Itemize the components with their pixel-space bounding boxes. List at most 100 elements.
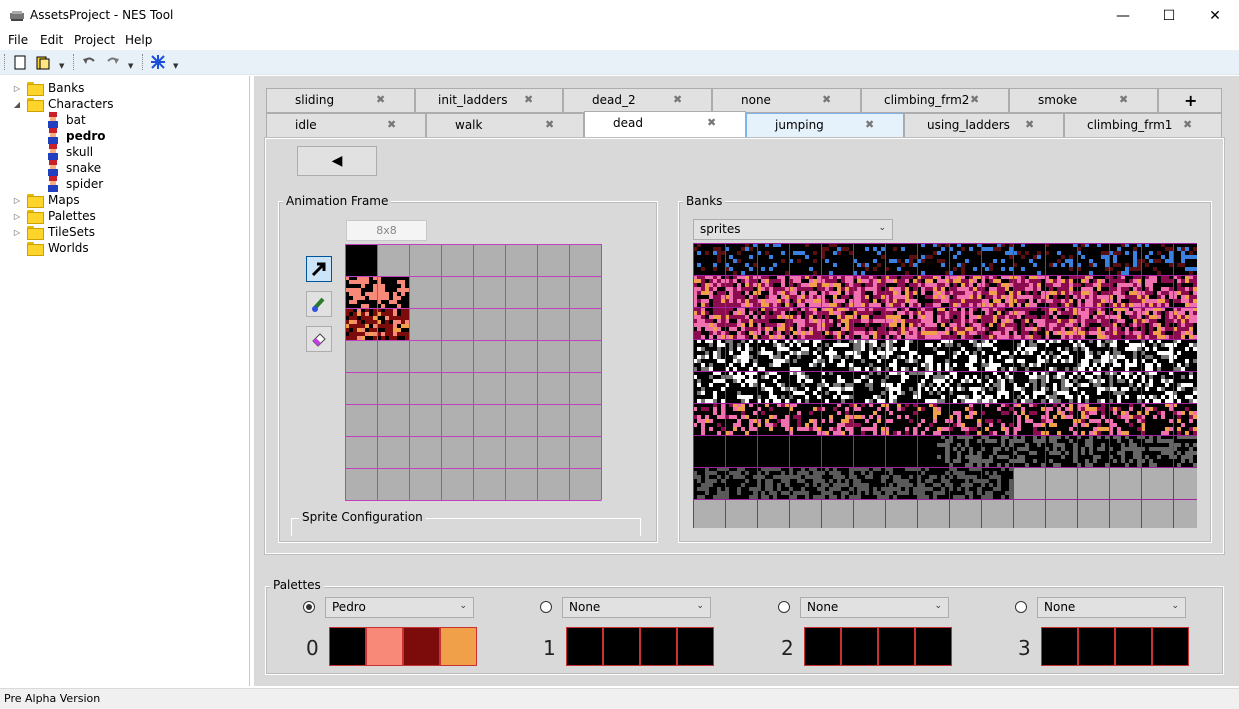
collapse-icon[interactable]: ◢ bbox=[12, 100, 22, 109]
palette-color-swatch[interactable] bbox=[603, 627, 640, 666]
build-icon[interactable] bbox=[149, 53, 167, 71]
palette-radio-2[interactable] bbox=[778, 601, 790, 613]
expand-icon[interactable]: ▷ bbox=[12, 196, 22, 205]
palette-radio-1[interactable] bbox=[540, 601, 552, 613]
tab-none[interactable]: none ✖ bbox=[712, 88, 861, 113]
open-dropdown-icon[interactable]: ▼ bbox=[59, 62, 64, 70]
folder-icon bbox=[27, 242, 44, 256]
maximize-button[interactable]: ☐ bbox=[1146, 0, 1192, 31]
redo-dropdown-icon[interactable]: ▼ bbox=[128, 62, 133, 70]
palette-color-swatch[interactable] bbox=[1041, 627, 1078, 666]
minimize-button[interactable]: — bbox=[1100, 0, 1146, 31]
select-tool-button[interactable] bbox=[306, 256, 332, 282]
tree-item-label: pedro bbox=[66, 129, 106, 143]
close-tab-icon[interactable]: ✖ bbox=[707, 116, 716, 129]
eraser-tool-button[interactable] bbox=[306, 326, 332, 352]
tab-jumping[interactable]: jumping ✖ bbox=[746, 113, 904, 138]
tree-item-characters[interactable]: ◢ Characters bbox=[12, 96, 114, 112]
palette-color-swatch[interactable] bbox=[366, 627, 403, 666]
chevron-down-icon: ⌄ bbox=[696, 601, 704, 611]
frame-size-field[interactable]: 8x8 bbox=[346, 220, 427, 241]
close-tab-icon[interactable]: ✖ bbox=[970, 93, 979, 106]
palette-color-swatch[interactable] bbox=[804, 627, 841, 666]
tab-sliding[interactable]: sliding ✖ bbox=[266, 88, 415, 113]
tab-page: ◀ Animation Frame 8x8 Sprite Configurati… bbox=[264, 137, 1225, 555]
close-tab-icon[interactable]: ✖ bbox=[865, 118, 874, 131]
animation-frame-canvas[interactable] bbox=[345, 244, 602, 501]
palettes-title: Palettes bbox=[270, 578, 324, 592]
palette-select-1[interactable]: None ⌄ bbox=[562, 597, 711, 618]
tree-item-spider[interactable]: spider bbox=[47, 176, 103, 192]
tree-item-maps[interactable]: ▷ Maps bbox=[12, 192, 80, 208]
palette-index: 3 bbox=[1018, 636, 1031, 660]
close-tab-icon[interactable]: ✖ bbox=[822, 93, 831, 106]
palette-select-3[interactable]: None ⌄ bbox=[1037, 597, 1186, 618]
tree-item-tilesets[interactable]: ▷ TileSets bbox=[12, 224, 95, 240]
menu-edit[interactable]: Edit bbox=[40, 33, 63, 47]
tab-using-ladders[interactable]: using_ladders ✖ bbox=[904, 113, 1064, 138]
close-tab-icon[interactable]: ✖ bbox=[387, 118, 396, 131]
menu-project[interactable]: Project bbox=[74, 33, 115, 47]
palette-select-2[interactable]: None ⌄ bbox=[800, 597, 949, 618]
close-tab-icon[interactable]: ✖ bbox=[673, 93, 682, 106]
flip-button[interactable]: ◀ bbox=[297, 146, 377, 176]
tree-item-worlds[interactable]: Worlds bbox=[12, 240, 89, 256]
menu-file[interactable]: File bbox=[8, 33, 28, 47]
palette-color-swatch[interactable] bbox=[841, 627, 878, 666]
undo-icon[interactable] bbox=[80, 53, 98, 71]
close-tab-icon[interactable]: ✖ bbox=[1119, 93, 1128, 106]
palette-color-swatch[interactable] bbox=[878, 627, 915, 666]
tab-climbing-frm2[interactable]: climbing_frm2 ✖ bbox=[861, 88, 1009, 113]
tree-item-banks[interactable]: ▷ Banks bbox=[12, 80, 84, 96]
open-folder-icon[interactable] bbox=[34, 53, 52, 71]
tree-item-pedro[interactable]: pedro bbox=[47, 128, 105, 144]
close-tab-icon[interactable]: ✖ bbox=[545, 118, 554, 131]
expand-icon[interactable]: ▷ bbox=[12, 228, 22, 237]
tab-init-ladders[interactable]: init_ladders ✖ bbox=[415, 88, 563, 113]
close-tab-icon[interactable]: ✖ bbox=[1183, 118, 1192, 131]
close-tab-icon[interactable]: ✖ bbox=[376, 93, 385, 106]
add-tab-button[interactable]: + bbox=[1158, 88, 1222, 113]
palette-select-0[interactable]: Pedro ⌄ bbox=[325, 597, 474, 618]
palette-radio-3[interactable] bbox=[1015, 601, 1027, 613]
redo-icon[interactable] bbox=[104, 53, 122, 71]
character-icon bbox=[47, 128, 59, 144]
expand-icon[interactable]: ▷ bbox=[12, 84, 22, 93]
tab-walk[interactable]: walk ✖ bbox=[426, 113, 584, 138]
bank-select[interactable]: sprites ⌄ bbox=[693, 219, 893, 240]
tree-item-snake[interactable]: snake bbox=[47, 160, 101, 176]
palette-color-swatch[interactable] bbox=[640, 627, 677, 666]
expand-icon[interactable]: ▷ bbox=[12, 212, 22, 221]
menu-help[interactable]: Help bbox=[125, 33, 152, 47]
tab-smoke[interactable]: smoke ✖ bbox=[1009, 88, 1158, 113]
tree-item-skull[interactable]: skull bbox=[47, 144, 93, 160]
palette-color-swatch[interactable] bbox=[440, 627, 477, 666]
palette-radio-0[interactable] bbox=[303, 601, 315, 613]
palette-color-swatch[interactable] bbox=[403, 627, 440, 666]
toolbar-grip bbox=[4, 54, 6, 70]
palette-color-swatch[interactable] bbox=[1115, 627, 1152, 666]
chevron-down-icon: ⌄ bbox=[459, 601, 467, 611]
tab-dead[interactable]: dead ✖ bbox=[584, 111, 746, 139]
palette-color-swatch[interactable] bbox=[1078, 627, 1115, 666]
palette-color-swatch[interactable] bbox=[1152, 627, 1189, 666]
palette-color-swatch[interactable] bbox=[329, 627, 366, 666]
close-tab-icon[interactable]: ✖ bbox=[524, 93, 533, 106]
chevron-down-icon: ⌄ bbox=[934, 601, 942, 611]
new-file-icon[interactable] bbox=[11, 53, 29, 71]
brush-tool-button[interactable] bbox=[306, 291, 332, 317]
build-dropdown-icon[interactable]: ▼ bbox=[173, 62, 178, 70]
palette-color-swatch[interactable] bbox=[566, 627, 603, 666]
tree-item-palettes[interactable]: ▷ Palettes bbox=[12, 208, 96, 224]
palette-color-swatch[interactable] bbox=[915, 627, 952, 666]
palette-color-swatch[interactable] bbox=[677, 627, 714, 666]
tree-item-label: Maps bbox=[48, 193, 80, 207]
close-button[interactable]: ✕ bbox=[1192, 0, 1238, 31]
tree-item-bat[interactable]: bat bbox=[47, 112, 86, 128]
tab-idle[interactable]: idle ✖ bbox=[266, 113, 426, 138]
tab-climbing-frm1[interactable]: climbing_frm1 ✖ bbox=[1064, 113, 1222, 138]
bank-tiles-canvas[interactable] bbox=[693, 243, 1197, 528]
tab-dead-2[interactable]: dead_2 ✖ bbox=[563, 88, 712, 113]
tree-item-label: Banks bbox=[48, 81, 85, 95]
close-tab-icon[interactable]: ✖ bbox=[1025, 118, 1034, 131]
